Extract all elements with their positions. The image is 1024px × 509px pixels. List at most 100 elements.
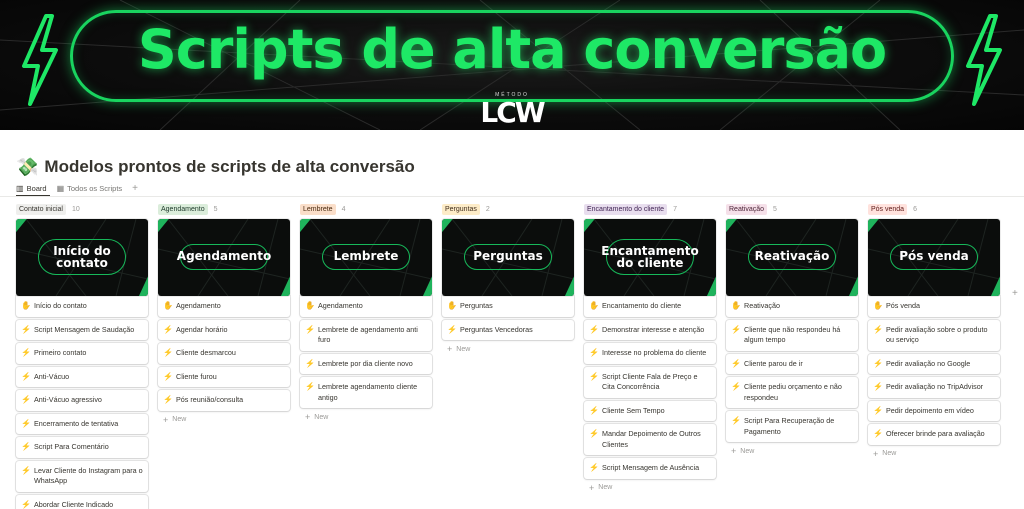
lightning-icon: ⚡ (21, 324, 31, 334)
script-card[interactable]: ⚡ Mandar Depoimento de Outros Clientes (584, 424, 716, 455)
card-title: Anti-Vácuo (34, 371, 70, 381)
hand-icon: ✋ (731, 301, 741, 310)
plus-icon: + (873, 448, 879, 459)
plus-icon: + (731, 446, 737, 456)
new-card-button[interactable]: + New (584, 481, 716, 495)
script-card[interactable]: ⚡ Cliente que não respondeu há algum temp… (726, 319, 858, 351)
lightning-icon: ⚡ (21, 348, 31, 357)
script-card[interactable]: ⚡ Pedir depoimento em vídeo (868, 400, 1000, 421)
script-card[interactable]: ⚡ Interesse no problema do cliente (584, 343, 716, 364)
script-card[interactable]: ⚡ Cliente Sem Tempo (584, 400, 716, 421)
column-tag: Agendamento (158, 204, 208, 215)
script-card[interactable]: ✋ Agendamento (300, 296, 432, 317)
column-header[interactable]: Perguntas 2 (442, 203, 574, 216)
script-card[interactable]: ⚡ Pedir avaliação no Google (868, 353, 1000, 374)
script-card[interactable]: ⚡ Demonstrar interesse e atenção (584, 319, 716, 340)
card-cover-image[interactable]: Lembrete (300, 219, 432, 296)
new-card-button[interactable]: + New (158, 413, 290, 427)
script-card[interactable]: ⚡ Abordar Cliente Indicado (16, 494, 148, 509)
script-card[interactable]: ⚡ Pedir avaliação no TripAdvisor (868, 377, 1000, 398)
new-card-button[interactable]: + New (868, 447, 1000, 461)
script-card[interactable]: ⚡ Cliente desmarcou (158, 343, 290, 364)
script-card[interactable]: ⚡ Pedir avaliação sobre o produto ou serv… (868, 319, 1000, 351)
card-cover-image[interactable]: Agendamento (158, 219, 290, 296)
card-title: Pedir avaliação no TripAdvisor (886, 382, 984, 391)
script-card[interactable]: ⚡ Agendar horário (158, 319, 290, 340)
script-card[interactable]: ⚡ Primeiro contato (16, 343, 148, 364)
tab-todos-os-scripts[interactable]: ▦ Todos os Scripts (57, 184, 123, 193)
board-column: Lembrete 4 Lembrete ✋ Agendamento ⚡ Lembrete d… (300, 203, 432, 424)
new-card-button[interactable]: + New (726, 444, 858, 458)
cover-title: Agendamento (176, 249, 272, 263)
hand-icon: ✋ (447, 301, 457, 310)
script-card[interactable]: ✋ Reativação (726, 296, 858, 317)
script-card[interactable]: ⚡ Script Para Recuperação de Pagamento (726, 411, 858, 442)
new-card-button[interactable]: + New (300, 410, 432, 424)
script-card[interactable]: ⚡ Cliente pediu orçamento e não respondeu (726, 377, 858, 408)
script-card[interactable]: ⚡ Anti-Vácuo (16, 366, 148, 387)
script-card[interactable]: ✋ Início do contato (16, 296, 148, 317)
script-card[interactable]: ✋ Pós venda (868, 296, 1000, 317)
script-card[interactable]: ✋ Agendamento (158, 296, 290, 317)
script-card[interactable]: ⚡ Script Mensagem de Ausência (584, 458, 716, 479)
divider (0, 196, 1024, 197)
tab-board[interactable]: ▥ Board (16, 184, 47, 193)
script-card[interactable]: ⚡ Cliente furou (158, 366, 290, 387)
script-card[interactable]: ⚡ Perguntas Vencedoras (442, 319, 574, 340)
script-card[interactable]: ⚡ Levar Cliente do Instagram para o Whats… (16, 460, 148, 492)
lightning-icon: ⚡ (163, 371, 173, 381)
script-card[interactable]: ⚡ Pós reunião/consulta (158, 390, 290, 411)
card-cover-image[interactable]: Encantamento do cliente (584, 219, 716, 296)
cover-accent (848, 272, 858, 296)
card-title: Agendamento (318, 301, 363, 310)
column-tag: Encantamento do cliente (584, 204, 668, 215)
new-label: New (882, 450, 897, 457)
brand-logo: MÉTODO LCW (462, 92, 562, 128)
script-card[interactable]: ✋ Perguntas (442, 296, 574, 317)
script-card[interactable]: ⚡ Lembrete de agendamento anti furo (300, 319, 432, 351)
plus-icon: + (163, 414, 169, 425)
lightning-icon: ⚡ (21, 465, 31, 475)
new-label: New (740, 447, 755, 455)
lightning-icon: ⚡ (589, 463, 599, 472)
card-title: Encantamento do cliente (602, 301, 682, 310)
column-tag: Reativação (726, 204, 768, 215)
add-view-button[interactable]: + (132, 183, 138, 194)
new-card-button[interactable]: + New (442, 342, 574, 356)
script-card[interactable]: ⚡ Encerramento de tentativa (16, 413, 148, 434)
card-cover-image[interactable]: Perguntas (442, 219, 574, 296)
page-title[interactable]: Modelos prontos de scripts de alta conve… (44, 157, 414, 177)
new-label: New (598, 484, 613, 491)
add-group-button[interactable]: + (1012, 288, 1018, 299)
cover-accent (138, 272, 148, 296)
column-header[interactable]: Agendamento 5 (158, 203, 290, 216)
script-card[interactable]: ⚡ Script Para Comentário (16, 437, 148, 458)
column-count: 6 (913, 206, 917, 213)
card-cover-image[interactable]: Reativação (726, 219, 858, 296)
cover-title: contato (56, 256, 108, 270)
hand-icon: ✋ (305, 301, 315, 310)
card-cover-image[interactable]: Início do contato (16, 219, 148, 296)
column-header[interactable]: Lembrete 4 (300, 203, 432, 216)
script-card[interactable]: ⚡ Lembrete agendamento cliente antigo (300, 377, 432, 408)
script-card[interactable]: ⚡ Script Mensagem de Saudação (16, 319, 148, 340)
script-card[interactable]: ⚡ Script Cliente Fala de Preço e Cita Con… (584, 366, 716, 398)
new-label: New (172, 416, 187, 423)
column-header[interactable]: Reativação 5 (726, 203, 858, 216)
tab-label: Todos os Scripts (67, 183, 123, 193)
column-header[interactable]: Encantamento do cliente 7 (584, 203, 716, 216)
script-card[interactable]: ⚡ Cliente parou de ir (726, 353, 858, 374)
script-card[interactable]: ⚡ Anti-Vácuo agressivo (16, 390, 148, 411)
script-card[interactable]: ⚡ Lembrete por dia cliente novo (300, 353, 432, 374)
cover-title: do cliente (616, 256, 684, 270)
script-card[interactable]: ✋ Encantamento do cliente (584, 296, 716, 317)
card-title: Script Mensagem de Saudação (34, 324, 135, 334)
new-label: New (314, 413, 329, 421)
cover-accent (564, 272, 574, 296)
column-header[interactable]: Contato inicial 10 (16, 203, 148, 216)
script-card[interactable]: ⚡ Oferecer brinde para avaliação (868, 424, 1000, 445)
card-cover-image[interactable]: Pós venda (868, 219, 1000, 296)
header-banner: Scripts de alta conversão MÉTODO LCW (0, 0, 1024, 130)
column-header[interactable]: Pós venda 6 (868, 203, 1000, 216)
cover-accent (158, 219, 172, 237)
